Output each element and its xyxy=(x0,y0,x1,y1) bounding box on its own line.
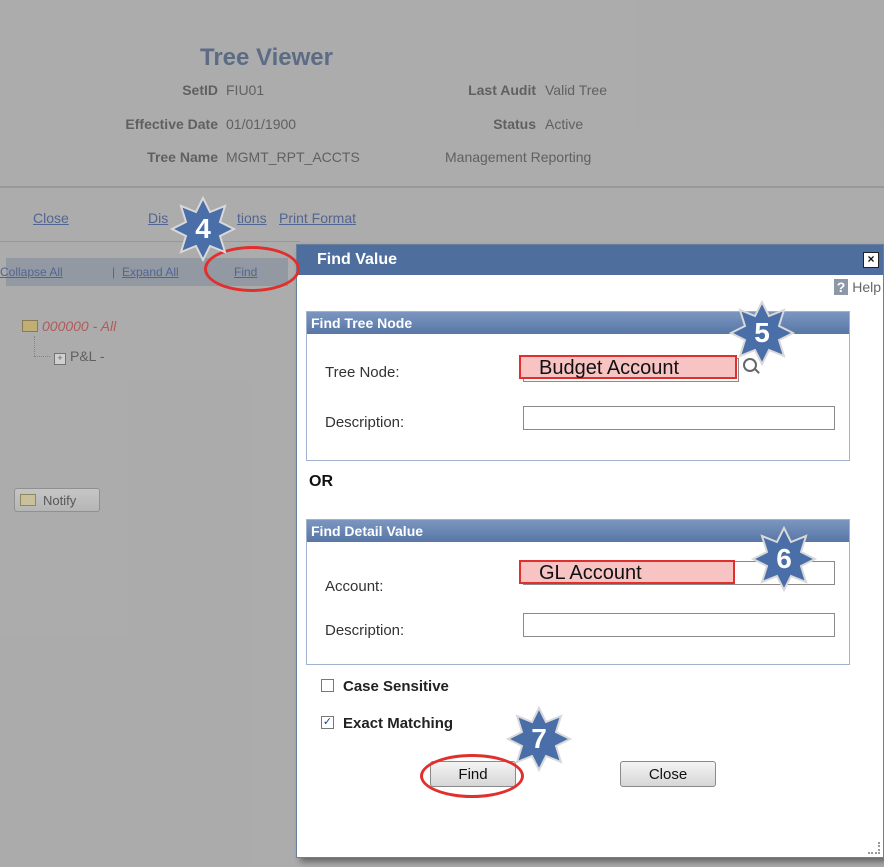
step-6-label: 6 xyxy=(776,543,792,574)
status-label: Status xyxy=(493,116,536,132)
close-icon[interactable]: × xyxy=(863,252,879,268)
tree-root-node[interactable]: 000000 - All xyxy=(22,318,116,334)
dialog-title: Find Value xyxy=(317,251,398,268)
case-sensitive-label: Case Sensitive xyxy=(343,678,449,695)
help-icon: ? xyxy=(833,279,849,295)
account-description-label: Description: xyxy=(325,622,405,639)
expand-all-link[interactable]: Expand All xyxy=(122,265,179,279)
close-button[interactable]: Close xyxy=(620,761,716,787)
collapse-all-link[interactable]: Collapse All xyxy=(0,265,63,279)
tree-description: Management Reporting xyxy=(445,149,592,165)
display-options-link[interactable]: Dis xyxy=(148,210,168,226)
tree-node-value-highlight: Budget Account xyxy=(519,355,737,379)
tree-child-node[interactable]: + P&L - xyxy=(54,348,105,365)
exact-matching-label: Exact Matching xyxy=(343,715,454,732)
help-label: Help xyxy=(852,279,881,295)
last-audit-value: Valid Tree xyxy=(545,82,607,98)
header-divider xyxy=(0,186,884,188)
dialog-title-bar[interactable]: Find Value × xyxy=(297,245,883,275)
notify-button[interactable]: Notify xyxy=(14,488,100,512)
tree-child-label: P&L - xyxy=(70,348,105,364)
tree-node-description-input[interactable] xyxy=(523,406,835,430)
account-description-input[interactable] xyxy=(523,613,835,637)
effective-date-value: 01/01/1900 xyxy=(226,116,297,132)
page-title: Tree Viewer xyxy=(200,44,333,71)
print-format-link[interactable]: Print Format xyxy=(279,210,356,226)
display-options-link-end[interactable]: tions xyxy=(237,210,267,226)
find-tree-node-title: Find Tree Node xyxy=(311,315,413,331)
tree-name-value: MGMT_RPT_ACCTS xyxy=(226,149,360,165)
step-7-label: 7 xyxy=(531,723,547,754)
tree-connector xyxy=(34,336,36,356)
tree-root-label: 000000 - All xyxy=(42,318,117,334)
tree-name-label: Tree Name xyxy=(147,149,218,165)
notify-icon xyxy=(20,494,36,506)
toolbar-separator: | xyxy=(112,265,116,279)
resize-grip-icon[interactable] xyxy=(868,842,880,854)
find-detail-value-title: Find Detail Value xyxy=(311,523,424,539)
step-5-badge: 5 xyxy=(729,300,795,366)
effective-date-label: Effective Date xyxy=(125,116,218,132)
step-4-label: 4 xyxy=(195,213,211,244)
close-link[interactable]: Close xyxy=(33,210,69,226)
tree-node-description-label: Description: xyxy=(325,414,405,431)
tree-node-label: Tree Node: xyxy=(325,364,400,381)
expand-plus-icon[interactable]: + xyxy=(54,353,66,365)
step-7-badge: 7 xyxy=(506,706,572,772)
step-4-badge: 4 xyxy=(170,196,236,262)
step-6-badge: 6 xyxy=(751,526,817,592)
folder-open-icon xyxy=(22,320,38,332)
tree-connector-h xyxy=(34,356,50,358)
case-sensitive-checkbox[interactable] xyxy=(321,679,334,692)
notify-label: Notify xyxy=(43,493,77,508)
exact-matching-checkbox[interactable]: ✓ xyxy=(321,716,334,729)
setid-value: FIU01 xyxy=(226,82,265,98)
account-value-highlight: GL Account xyxy=(519,560,735,584)
status-value: Active xyxy=(545,116,584,132)
account-label: Account: xyxy=(325,578,384,595)
last-audit-label: Last Audit xyxy=(468,82,536,98)
setid-label: SetID xyxy=(182,82,218,98)
links-divider xyxy=(0,241,300,242)
step-5-label: 5 xyxy=(754,317,770,348)
help-link[interactable]: ? Help xyxy=(833,279,881,295)
or-label: OR xyxy=(309,473,333,490)
